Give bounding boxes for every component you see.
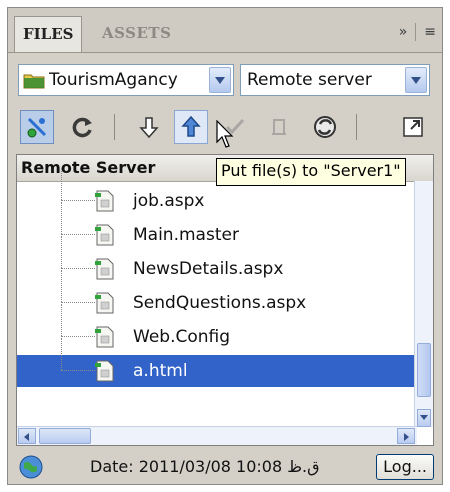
file-icon (95, 292, 114, 314)
synchronize-button[interactable] (308, 110, 342, 144)
toolbar-separator (114, 114, 115, 140)
files-panel: FILES ASSETS » ≡ TourismAgancy Remote se… (7, 7, 443, 485)
mouse-cursor-icon (216, 120, 234, 148)
connect-icon (27, 117, 47, 138)
tree-item[interactable]: SendQuestions.aspx (17, 270, 417, 319)
tree-item-label: a.html (133, 361, 188, 381)
tree-connector (61, 234, 95, 235)
status-bar: Date: 2011/03/08 10:08 ق.ظ Log... (14, 452, 438, 482)
tree-item[interactable]: Web.Config (17, 304, 417, 353)
location-select[interactable]: Remote server (240, 64, 430, 96)
file-icon (95, 258, 114, 280)
file-icon (95, 190, 114, 212)
get-files-icon (139, 117, 159, 139)
chevron-down-icon[interactable] (209, 67, 231, 93)
vertical-scroll-thumb[interactable] (417, 343, 431, 397)
file-tree[interactable]: Remote Server job.aspx Main.master NewsDet… (16, 154, 434, 446)
location-select-value: Remote server (247, 70, 372, 90)
file-icon (95, 326, 114, 348)
tree-connector (61, 236, 62, 268)
tree-connector (61, 304, 62, 336)
tree-item-label: Main.master (133, 225, 239, 245)
site-select-value: TourismAgancy (49, 70, 178, 90)
synchronize-icon (314, 116, 336, 138)
tree-item[interactable]: job.aspx (17, 168, 417, 217)
tabbar-controls: » ≡ (399, 20, 436, 44)
status-date: Date: 2011/03/08 10:08 ق.ظ (90, 457, 320, 476)
tree-connector (61, 338, 62, 370)
scroll-left-icon[interactable] (18, 428, 36, 444)
file-icon (95, 360, 114, 382)
tab-assets[interactable]: ASSETS (94, 16, 179, 51)
expand-panel-button[interactable] (396, 110, 430, 144)
tree-item[interactable]: Main.master (17, 202, 417, 251)
refresh-icon (72, 117, 92, 138)
tree-item-label: NewsDetails.aspx (133, 259, 284, 279)
panel-menu-icon[interactable]: ≡ (424, 24, 436, 40)
toolbar-separator (356, 114, 357, 140)
tree-connector (61, 370, 95, 371)
checkin-icon (272, 119, 286, 135)
tree-connector (61, 200, 95, 201)
tree-connector (61, 268, 95, 269)
connect-button[interactable] (20, 110, 54, 144)
tree-item-label: Web.Config (133, 327, 231, 347)
folder-icon (23, 74, 45, 89)
tree-connector (61, 270, 62, 302)
tree-connector (61, 202, 62, 234)
tab-files[interactable]: FILES (14, 16, 83, 52)
expand-icon[interactable]: » (399, 24, 408, 40)
put-files-icon (181, 115, 201, 137)
vertical-scrollbar[interactable] (414, 181, 433, 427)
put-files-button[interactable] (174, 110, 208, 144)
panel-tabbar: FILES ASSETS » ≡ (8, 8, 442, 53)
scroll-down-icon[interactable] (417, 409, 431, 427)
scroll-right-icon[interactable] (397, 428, 415, 444)
chevron-down-icon[interactable] (405, 67, 427, 93)
tabbar-separator (415, 23, 417, 41)
refresh-button[interactable] (66, 110, 100, 144)
tree-connector (61, 168, 62, 200)
tree-item[interactable]: a.html (17, 338, 417, 387)
globe-icon (19, 455, 43, 479)
horizontal-scrollbar[interactable] (17, 426, 417, 445)
file-icon (95, 224, 114, 246)
check-in-button[interactable] (262, 110, 296, 144)
tree-item[interactable]: NewsDetails.aspx (17, 236, 417, 285)
get-files-button[interactable] (132, 110, 166, 144)
tree-connector (61, 336, 95, 337)
tree-connector (61, 302, 95, 303)
log-button[interactable]: Log... (376, 454, 434, 480)
tree-item-label: job.aspx (133, 191, 205, 211)
site-select[interactable]: TourismAgancy (18, 64, 234, 96)
put-files-tooltip: Put file(s) to "Server1" (216, 158, 406, 186)
expand-panel-icon (403, 117, 423, 137)
horizontal-scroll-thumb[interactable] (39, 428, 91, 444)
tree-item-label: SendQuestions.aspx (133, 293, 307, 313)
